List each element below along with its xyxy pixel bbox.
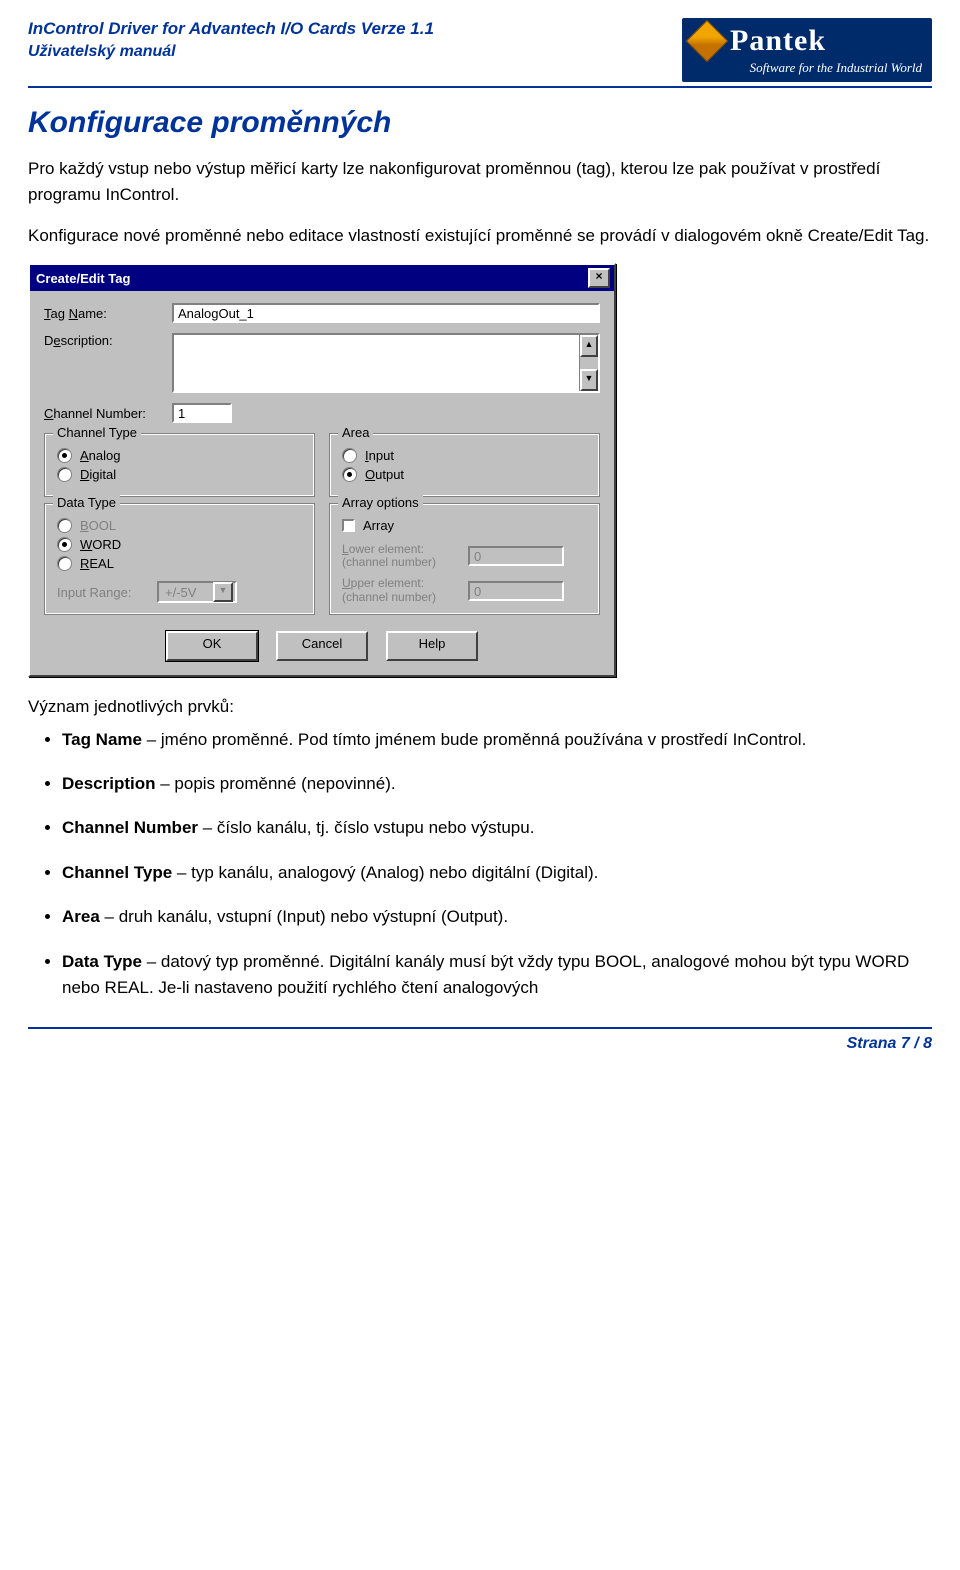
tag-name-input[interactable]: [172, 303, 600, 323]
section-title: Konfigurace proměnných: [28, 106, 932, 140]
scroll-down-icon[interactable]: ▼: [580, 369, 598, 391]
description-label: Description:: [44, 333, 162, 348]
company-tagline: Software for the Industrial World: [692, 60, 922, 76]
chevron-down-icon: ▼: [213, 582, 233, 602]
description-input[interactable]: ▲ ▼: [172, 333, 600, 393]
list-item: Tag Name – jméno proměnné. Pod tímto jmé…: [62, 727, 932, 753]
array-options-group: Array options Array Lower element:(chann…: [329, 503, 600, 615]
cancel-button[interactable]: Cancel: [276, 631, 368, 661]
radio-analog-label: Analog: [80, 448, 120, 463]
upper-element-label: Upper element:(channel number): [342, 577, 460, 603]
intro-paragraph-1: Pro každý vstup nebo výstup měřicí karty…: [28, 156, 932, 209]
data-type-legend: Data Type: [53, 495, 120, 510]
radio-real[interactable]: REAL: [57, 556, 302, 571]
list-item: Channel Number – číslo kanálu, tj. číslo…: [62, 815, 932, 841]
radio-input-label: Input: [365, 448, 394, 463]
radio-icon: [57, 537, 72, 552]
input-range-label: Input Range:: [57, 585, 147, 600]
company-logo: Pantek Software for the Industrial World: [682, 18, 932, 82]
radio-word[interactable]: WORD: [57, 537, 302, 552]
channel-number-label: Channel Number:: [44, 406, 162, 421]
array-checkbox-label: Array: [363, 518, 394, 533]
data-type-group: Data Type BOOL WORD REAL Input Range: [44, 503, 315, 615]
radio-icon: [342, 467, 357, 482]
list-intro: Význam jednotlivých prvků:: [28, 697, 932, 717]
list-item: Description – popis proměnné (nepovinné)…: [62, 771, 932, 797]
array-options-legend: Array options: [338, 495, 423, 510]
radio-bool-label: BOOL: [80, 518, 116, 533]
company-name: Pantek: [730, 24, 826, 58]
page-footer: Strana 7 / 8: [28, 1035, 932, 1067]
lower-element-label: Lower element:(channel number): [342, 543, 460, 569]
radio-output[interactable]: Output: [342, 467, 587, 482]
intro-paragraph-2: Konfigurace nové proměnné nebo editace v…: [28, 223, 932, 249]
array-checkbox[interactable]: Array: [342, 518, 587, 533]
channel-type-legend: Channel Type: [53, 425, 141, 440]
radio-icon: [57, 556, 72, 571]
diamond-icon: [686, 20, 728, 62]
ok-button[interactable]: OK: [166, 631, 258, 661]
area-legend: Area: [338, 425, 373, 440]
help-button[interactable]: Help: [386, 631, 478, 661]
radio-icon: [342, 448, 357, 463]
dialog-titlebar: Create/Edit Tag ×: [30, 265, 614, 291]
description-scrollbar[interactable]: ▲ ▼: [579, 335, 598, 391]
close-button[interactable]: ×: [588, 268, 610, 288]
list-item: Area – druh kanálu, vstupní (Input) nebo…: [62, 904, 932, 930]
list-item: Data Type – datový typ proměnné. Digitál…: [62, 949, 932, 1002]
tag-name-label: Tag Name:: [44, 306, 162, 321]
header-title-line2: Uživatelský manuál: [28, 41, 434, 63]
lower-element-input: 0: [468, 546, 564, 566]
radio-bool: BOOL: [57, 518, 302, 533]
create-edit-tag-dialog: Create/Edit Tag × Tag Name: Description:…: [28, 263, 616, 677]
radio-digital[interactable]: Digital: [57, 467, 302, 482]
radio-digital-label: Digital: [80, 467, 116, 482]
input-range-select: +/-5V ▼: [157, 581, 237, 603]
radio-icon: [57, 448, 72, 463]
radio-input[interactable]: Input: [342, 448, 587, 463]
footer-divider: [28, 1027, 932, 1029]
radio-word-label: WORD: [80, 537, 121, 552]
upper-element-input: 0: [468, 581, 564, 601]
header-title-line1: InControl Driver for Advantech I/O Cards…: [28, 18, 434, 41]
definition-list: Tag Name – jméno proměnné. Pod tímto jmé…: [28, 727, 932, 1001]
dialog-title: Create/Edit Tag: [36, 271, 130, 286]
input-range-value: +/-5V: [165, 585, 196, 600]
radio-real-label: REAL: [80, 556, 114, 571]
radio-icon: [57, 518, 72, 533]
radio-analog[interactable]: Analog: [57, 448, 302, 463]
channel-number-input[interactable]: [172, 403, 232, 423]
channel-type-group: Channel Type Analog Digital: [44, 433, 315, 497]
radio-icon: [57, 467, 72, 482]
header-divider: [28, 86, 932, 88]
area-group: Area Input Output: [329, 433, 600, 497]
scroll-up-icon[interactable]: ▲: [580, 335, 598, 357]
list-item: Channel Type – typ kanálu, analogový (An…: [62, 860, 932, 886]
page-header: InControl Driver for Advantech I/O Cards…: [28, 18, 932, 82]
checkbox-icon: [342, 519, 355, 532]
radio-output-label: Output: [365, 467, 404, 482]
